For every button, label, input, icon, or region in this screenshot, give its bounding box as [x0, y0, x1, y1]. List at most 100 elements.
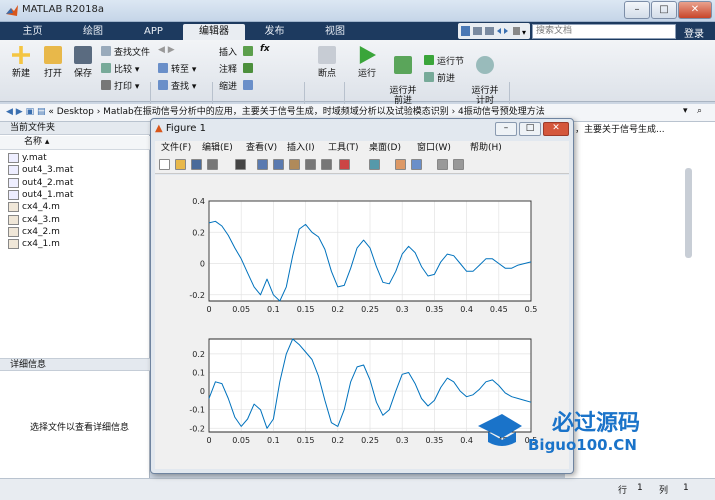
save-button[interactable]: 保存	[68, 46, 98, 79]
column-header[interactable]: 名称 ▴	[0, 136, 150, 150]
search-icon[interactable]	[664, 26, 674, 36]
run-and-time-button[interactable]: 运行并 计时	[469, 46, 501, 106]
goto-button[interactable]: 转至 ▾	[158, 62, 196, 75]
new-figure-icon[interactable]	[159, 159, 170, 170]
figure-menu-item[interactable]: 编辑(E)	[202, 141, 233, 156]
row-label: 行	[618, 486, 628, 496]
nav-back-forward[interactable]: ◀ ▶	[158, 45, 175, 55]
file-item[interactable]: cx4_1.m	[22, 238, 60, 250]
file-item[interactable]: y.mat	[22, 152, 47, 164]
tab-3[interactable]: APP	[126, 24, 181, 40]
file-item[interactable]: cx4_4.m	[22, 201, 60, 213]
current-path[interactable]: « Desktop › Matlab在振动信号分析中的应用，主要关于信号生成，时…	[48, 107, 544, 117]
advance-button[interactable]: 前进	[424, 71, 455, 84]
run-label: 运行	[357, 69, 376, 79]
run-section-button[interactable]: 运行节	[424, 54, 464, 67]
data-cursor-icon[interactable]	[321, 159, 332, 170]
indent-button[interactable]: 缩进	[219, 79, 256, 92]
print-button[interactable]: 打印 ▾	[101, 79, 139, 92]
file-item[interactable]: cx4_2.m	[22, 226, 60, 238]
m-file-icon	[8, 226, 19, 237]
file-item[interactable]: cx4_3.m	[22, 214, 60, 226]
figure-menu-item[interactable]: 文件(F)	[161, 141, 191, 156]
close-button[interactable]: ✕	[678, 1, 712, 19]
insert-button[interactable]: 插入	[219, 45, 256, 58]
zoom-in-icon[interactable]	[257, 159, 268, 170]
open-icon[interactable]	[175, 159, 186, 170]
brush-icon[interactable]	[339, 159, 350, 170]
matlab-logo-icon	[5, 4, 19, 18]
figure-menu-item[interactable]: 帮助(H)	[470, 141, 502, 156]
col-label: 列	[659, 486, 669, 496]
find-files-button[interactable]: 查找文件	[101, 45, 150, 58]
breakpoints-button[interactable]: 断点	[312, 46, 342, 79]
file-item[interactable]: out4_2.mat	[22, 177, 73, 189]
link-icon[interactable]	[369, 159, 380, 170]
figure-minimize-button[interactable]: –	[495, 122, 517, 136]
figure-menu-item[interactable]: 桌面(D)	[369, 141, 401, 156]
tab-5[interactable]: 发布	[247, 24, 302, 40]
goto-icon	[158, 63, 168, 73]
tab-1[interactable]: 主页	[5, 24, 60, 40]
x-tick-label: 0.05	[232, 436, 250, 445]
login-link[interactable]: 登录	[684, 25, 704, 40]
y-tick-label: 0	[200, 260, 205, 269]
figure-toolbar	[155, 156, 569, 174]
y-tick-label: 0	[200, 387, 205, 396]
file-item[interactable]: out4_3.mat	[22, 164, 73, 176]
advance-icon	[424, 72, 434, 82]
search-docs-input[interactable]: 搜索文档	[532, 24, 676, 39]
find-icon	[158, 80, 168, 90]
tab-6[interactable]: 视图	[304, 24, 366, 40]
run-button[interactable]: 运行	[352, 46, 382, 79]
run-advance-button[interactable]: 运行并 前进	[387, 46, 419, 106]
rotate-icon[interactable]	[305, 159, 316, 170]
details-empty-text: 选择文件以查看详细信息	[30, 423, 130, 433]
zoom-out-icon[interactable]	[273, 159, 284, 170]
figure-maximize-button[interactable]: □	[519, 122, 541, 136]
status-bar: 行 1 列 1	[0, 478, 715, 500]
quick-access-toolbar[interactable]: ▾	[458, 23, 530, 39]
row-value: 1	[637, 483, 643, 493]
app-title: MATLAB R2018a	[22, 4, 105, 15]
x-tick-label: 0.3	[396, 436, 409, 445]
figure-close-button[interactable]: ✕	[543, 122, 569, 136]
hide-tools-icon[interactable]	[437, 159, 448, 170]
path-search-icon[interactable]: ⌕	[697, 106, 702, 116]
find-button[interactable]: 查找 ▾	[158, 79, 196, 92]
m-file-icon	[8, 202, 19, 213]
tab-4[interactable]: 编辑器	[183, 24, 245, 40]
maximize-button[interactable]: □	[651, 1, 677, 19]
x-tick-label: 0.05	[232, 305, 250, 314]
find-files-label: 查找文件	[114, 48, 151, 58]
run-time-label: 运行并 计时	[471, 86, 499, 106]
compare-button[interactable]: 比较 ▾	[101, 62, 139, 75]
new-button[interactable]: 新建	[6, 46, 36, 79]
mat-file-icon	[8, 153, 19, 163]
path-dropdown-icon[interactable]: ▾	[683, 106, 688, 116]
save-icon[interactable]	[191, 159, 202, 170]
legend-icon[interactable]	[411, 159, 422, 170]
dock-icon[interactable]	[453, 159, 464, 170]
file-item[interactable]: out4_1.mat	[22, 189, 73, 201]
nav-arrows[interactable]: ◀ ▶ ▣ ▤	[0, 107, 48, 117]
figure-menu-item[interactable]: 工具(T)	[328, 141, 359, 156]
fx-button[interactable]: fx	[260, 44, 270, 54]
editor-tab-snippet[interactable]: ，主要关于信号生成...	[575, 122, 665, 135]
figure-menu-item[interactable]: 窗口(W)	[417, 141, 451, 156]
find-label: 查找	[171, 82, 190, 92]
pointer-icon[interactable]	[235, 159, 246, 170]
x-tick-label: 0.25	[361, 436, 379, 445]
open-button[interactable]: 打开	[38, 46, 68, 79]
run-section-icon	[424, 55, 434, 65]
print-icon[interactable]	[207, 159, 218, 170]
figure-menu-item[interactable]: 插入(I)	[287, 141, 315, 156]
x-tick-label: 0.15	[297, 305, 315, 314]
pan-icon[interactable]	[289, 159, 300, 170]
minimize-button[interactable]: –	[624, 1, 650, 19]
scrollbar[interactable]	[685, 168, 692, 258]
figure-menu-item[interactable]: 查看(V)	[246, 141, 277, 156]
tab-2[interactable]: 绘图	[62, 24, 124, 40]
colorbar-icon[interactable]	[395, 159, 406, 170]
comment-button[interactable]: 注释	[219, 62, 256, 75]
